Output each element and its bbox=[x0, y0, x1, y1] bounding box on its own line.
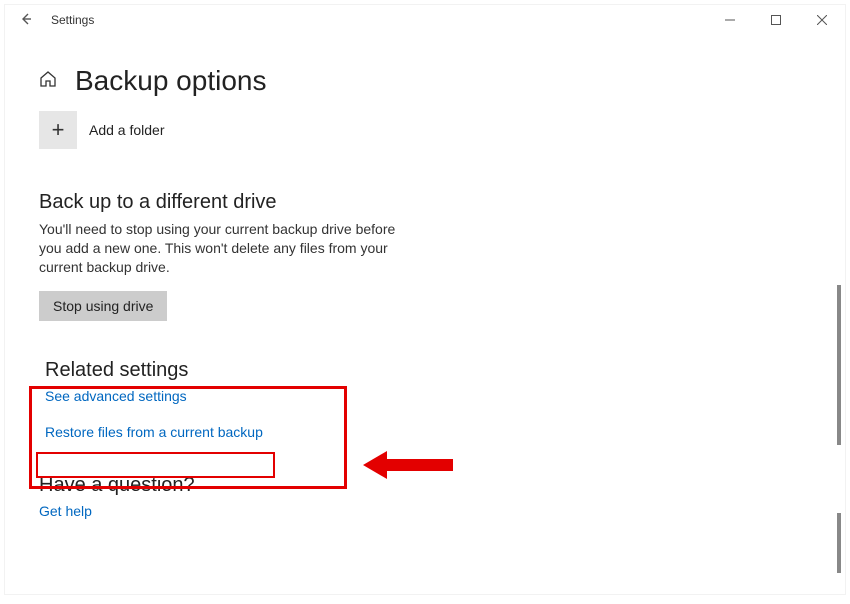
different-drive-body: You'll need to stop using your current b… bbox=[39, 220, 419, 277]
see-advanced-settings-link[interactable]: See advanced settings bbox=[45, 388, 187, 404]
scroll-thumb[interactable] bbox=[837, 285, 841, 445]
different-drive-heading: Back up to a different drive bbox=[39, 191, 811, 214]
titlebar: Settings bbox=[5, 5, 845, 35]
close-button[interactable] bbox=[799, 5, 845, 35]
home-icon[interactable] bbox=[39, 70, 57, 93]
minimize-button[interactable] bbox=[707, 5, 753, 35]
restore-files-link[interactable]: Restore files from a current backup bbox=[45, 424, 263, 440]
maximize-button[interactable] bbox=[753, 5, 799, 35]
scroll-thumb[interactable] bbox=[837, 513, 841, 573]
stop-using-drive-button[interactable]: Stop using drive bbox=[39, 291, 167, 321]
page-header: Backup options bbox=[39, 65, 811, 97]
page-title: Backup options bbox=[75, 65, 266, 97]
get-help-link[interactable]: Get help bbox=[39, 503, 92, 519]
plus-icon[interactable]: + bbox=[39, 111, 77, 149]
app-title: Settings bbox=[51, 13, 94, 27]
add-folder-row[interactable]: + Add a folder bbox=[39, 111, 811, 149]
settings-window: Settings Backup options + Add a folder B… bbox=[5, 5, 845, 594]
related-settings-group: Related settings See advanced settings R… bbox=[39, 353, 811, 456]
related-settings-heading: Related settings bbox=[45, 359, 805, 382]
have-a-question-heading: Have a question? bbox=[39, 474, 811, 497]
scrollbar[interactable] bbox=[837, 43, 841, 585]
window-controls bbox=[707, 5, 845, 35]
back-icon[interactable] bbox=[19, 12, 33, 29]
add-folder-label: Add a folder bbox=[89, 122, 165, 138]
content-area: Backup options + Add a folder Back up to… bbox=[5, 35, 845, 521]
